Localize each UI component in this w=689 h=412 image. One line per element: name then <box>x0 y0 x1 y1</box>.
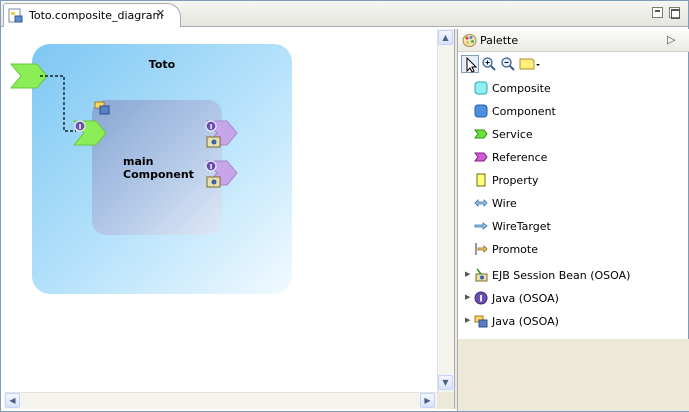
expand-arrow-icon[interactable]: ▶ <box>465 293 470 301</box>
close-x-icon[interactable]: ✕ <box>156 7 165 20</box>
palette-item-label: Java (OSOA) <box>492 315 559 328</box>
palette-item-reference[interactable]: Reference <box>458 146 689 169</box>
ejb-session-bean-icon <box>206 136 221 148</box>
promote-icon <box>474 242 488 256</box>
service-icon <box>474 127 488 141</box>
zoom-out-icon <box>501 57 515 71</box>
palette-item-label: Java (OSOA) <box>492 292 559 305</box>
vertical-scrollbar[interactable]: ▲ ▼ <box>437 29 454 392</box>
wire-icon <box>474 196 488 210</box>
ejb-session-bean-icon <box>206 176 221 188</box>
scroll-right-button[interactable]: ▶ <box>420 393 435 408</box>
editor-tab-title: Toto.composite_diagram <box>29 9 164 22</box>
composite-diagram-file-icon <box>8 8 24 24</box>
palette-item-label: WireTarget <box>492 220 551 233</box>
java-interface-icon: I <box>474 291 488 305</box>
java-interface-icon: I <box>74 120 86 132</box>
diagram-overlay: I I I <box>9 63 238 188</box>
scroll-up-button[interactable]: ▲ <box>438 30 453 45</box>
palette-item-label: Reference <box>492 151 548 164</box>
palette-item-label: Composite <box>492 82 551 95</box>
svg-text:I: I <box>210 163 213 171</box>
palette-collapse-icon[interactable]: ▷ <box>667 33 675 46</box>
palette-item-wiretarget[interactable]: WireTarget <box>458 215 689 238</box>
palette-item-service[interactable]: Service <box>458 123 689 146</box>
palette-empty-area <box>458 339 689 411</box>
composite-icon <box>474 81 488 95</box>
maximize-button[interactable] <box>669 7 680 19</box>
ejb-session-bean-icon <box>474 268 488 282</box>
svg-text:I: I <box>79 123 82 131</box>
palette-item-component[interactable]: Component <box>458 100 689 123</box>
palette-item-promote[interactable]: Promote <box>458 238 689 261</box>
svg-text:I: I <box>479 295 482 305</box>
palette-item-property[interactable]: Property <box>458 169 689 192</box>
palette-toolbar <box>458 52 689 77</box>
editor-frame: Toto.composite_diagram ✕ Toto main Compo… <box>0 0 689 412</box>
expand-arrow-icon[interactable]: ▶ <box>465 270 470 278</box>
java-interface-icon: I <box>205 120 217 132</box>
select-tool[interactable] <box>461 55 479 73</box>
scroll-down-button[interactable]: ▼ <box>438 375 453 390</box>
component-icon <box>474 104 488 118</box>
zoom-in-tool[interactable] <box>480 55 498 73</box>
palette-item-composite[interactable]: Composite <box>458 77 689 100</box>
scroll-corner <box>437 392 454 409</box>
wire-target-icon <box>474 219 488 233</box>
palette-drawer-ejb-session-bean[interactable]: ▶ EJB Session Bean (OSOA) <box>458 264 689 287</box>
property-icon <box>474 173 488 187</box>
editor-tab-strip: Toto.composite_diagram ✕ <box>1 1 688 27</box>
promote-wire[interactable] <box>40 75 76 132</box>
palette-icon <box>462 33 477 48</box>
scroll-left-button[interactable]: ◀ <box>5 393 20 408</box>
note-tool[interactable] <box>518 55 542 73</box>
palette-item-wire[interactable]: Wire <box>458 192 689 215</box>
diagram-canvas[interactable]: Toto main Component I I I <box>4 29 437 392</box>
note-icon <box>519 58 540 70</box>
expand-arrow-icon[interactable]: ▶ <box>465 316 470 324</box>
java-interface-icon: I <box>205 160 217 172</box>
arrow-cursor-icon <box>466 57 478 73</box>
palette-item-label: Component <box>492 105 556 118</box>
zoom-in-icon <box>482 57 496 71</box>
palette-item-label: Property <box>492 174 539 187</box>
palette-drawer-java-implementation[interactable]: ▶ Java (OSOA) <box>458 310 689 333</box>
svg-text:I: I <box>210 123 213 131</box>
java-implementation-icon <box>94 101 110 115</box>
reference-icon <box>474 150 488 164</box>
palette-item-label: Promote <box>492 243 538 256</box>
palette-item-label: Service <box>492 128 533 141</box>
palette: Palette ▷ Composite Component Service Re… <box>457 29 689 411</box>
palette-item-label: Wire <box>492 197 517 210</box>
palette-title: Palette <box>480 34 519 47</box>
palette-drawer-java-interface[interactable]: ▶ I Java (OSOA) <box>458 287 689 310</box>
horizontal-scrollbar[interactable]: ◀ ▶ <box>4 392 437 409</box>
palette-header[interactable]: Palette ▷ <box>458 29 689 52</box>
zoom-out-tool[interactable] <box>499 55 517 73</box>
java-implementation-icon <box>474 314 488 328</box>
minimize-button[interactable] <box>652 7 663 18</box>
editor-tab[interactable]: Toto.composite_diagram ✕ <box>3 3 181 27</box>
palette-item-label: EJB Session Bean (OSOA) <box>492 269 631 282</box>
